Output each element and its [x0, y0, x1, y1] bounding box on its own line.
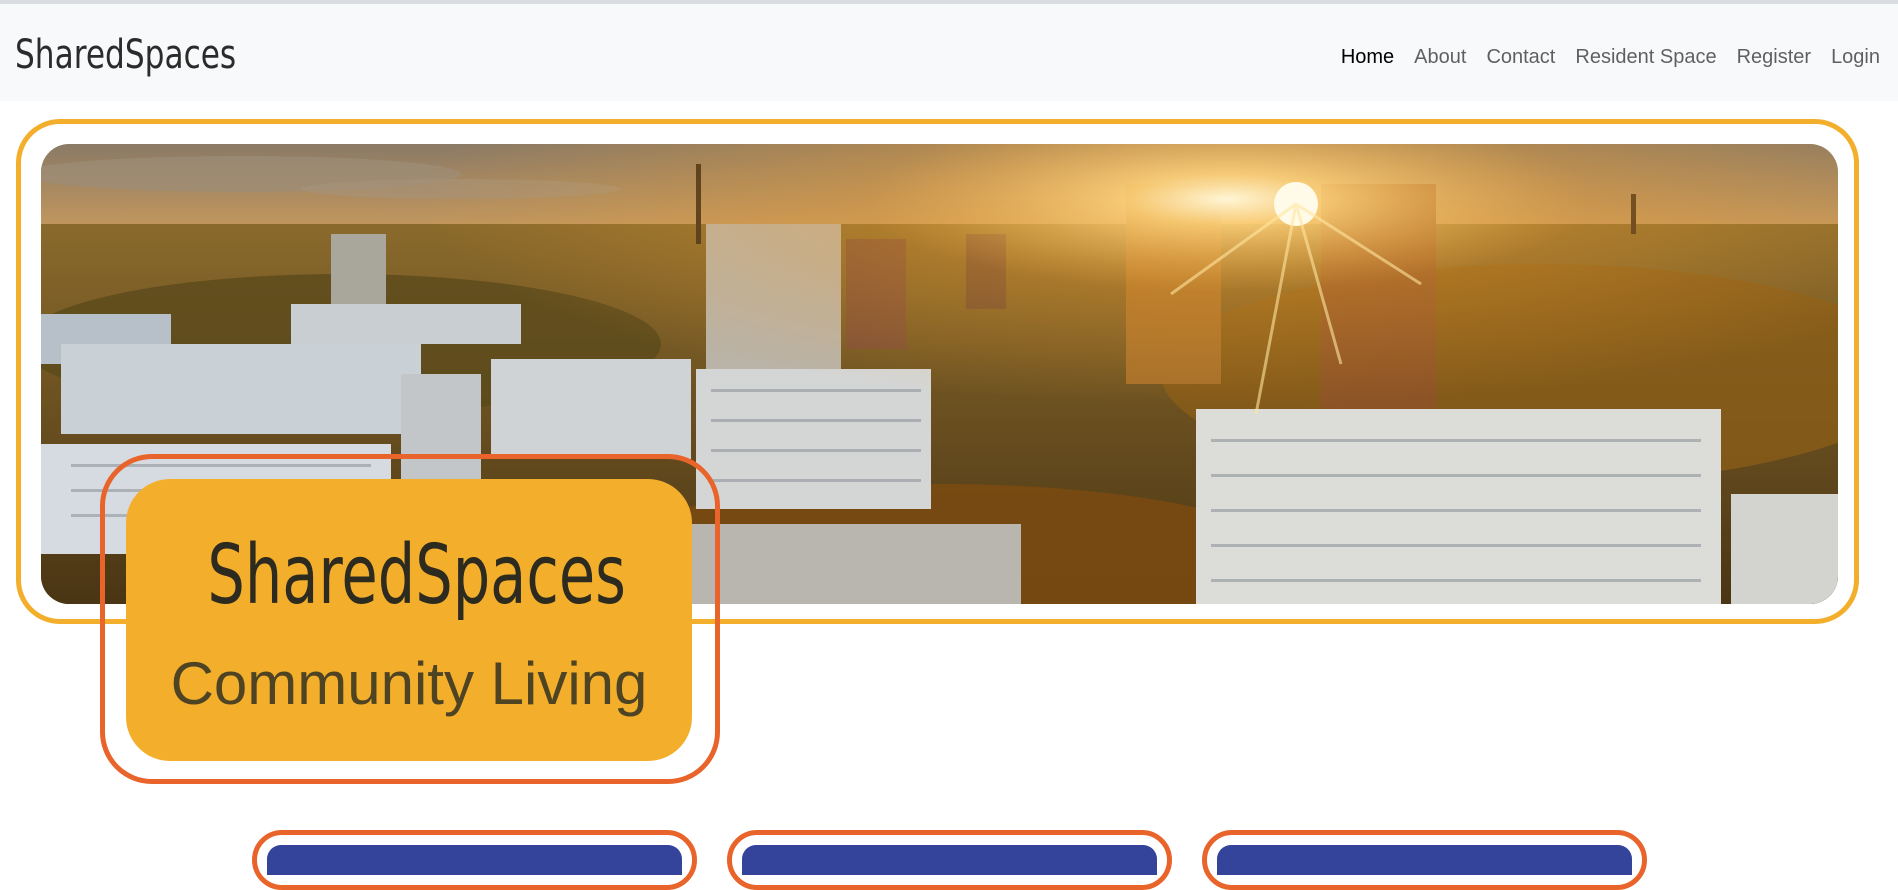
feature-card-2[interactable]: [742, 845, 1157, 875]
feature-card-3[interactable]: [1217, 845, 1632, 875]
nav-link-login[interactable]: Login: [1831, 44, 1880, 70]
nav-link-resident-space[interactable]: Resident Space: [1575, 44, 1716, 70]
hero-subtitle: Community Living: [170, 650, 648, 717]
hero-title: SharedSpaces: [207, 528, 626, 623]
nav-link-contact[interactable]: Contact: [1486, 44, 1555, 70]
hero-title-card: SharedSpaces Community Living: [126, 479, 692, 761]
nav-menu: Home About Contact Resident Space Regist…: [1321, 44, 1880, 70]
nav-link-home[interactable]: Home: [1341, 44, 1394, 70]
brand-logo[interactable]: SharedSpaces: [15, 33, 236, 77]
nav-link-register[interactable]: Register: [1737, 44, 1811, 70]
navbar: SharedSpaces Home About Contact Resident…: [0, 4, 1898, 101]
feature-card-1[interactable]: [267, 845, 682, 875]
nav-link-about[interactable]: About: [1414, 44, 1466, 70]
